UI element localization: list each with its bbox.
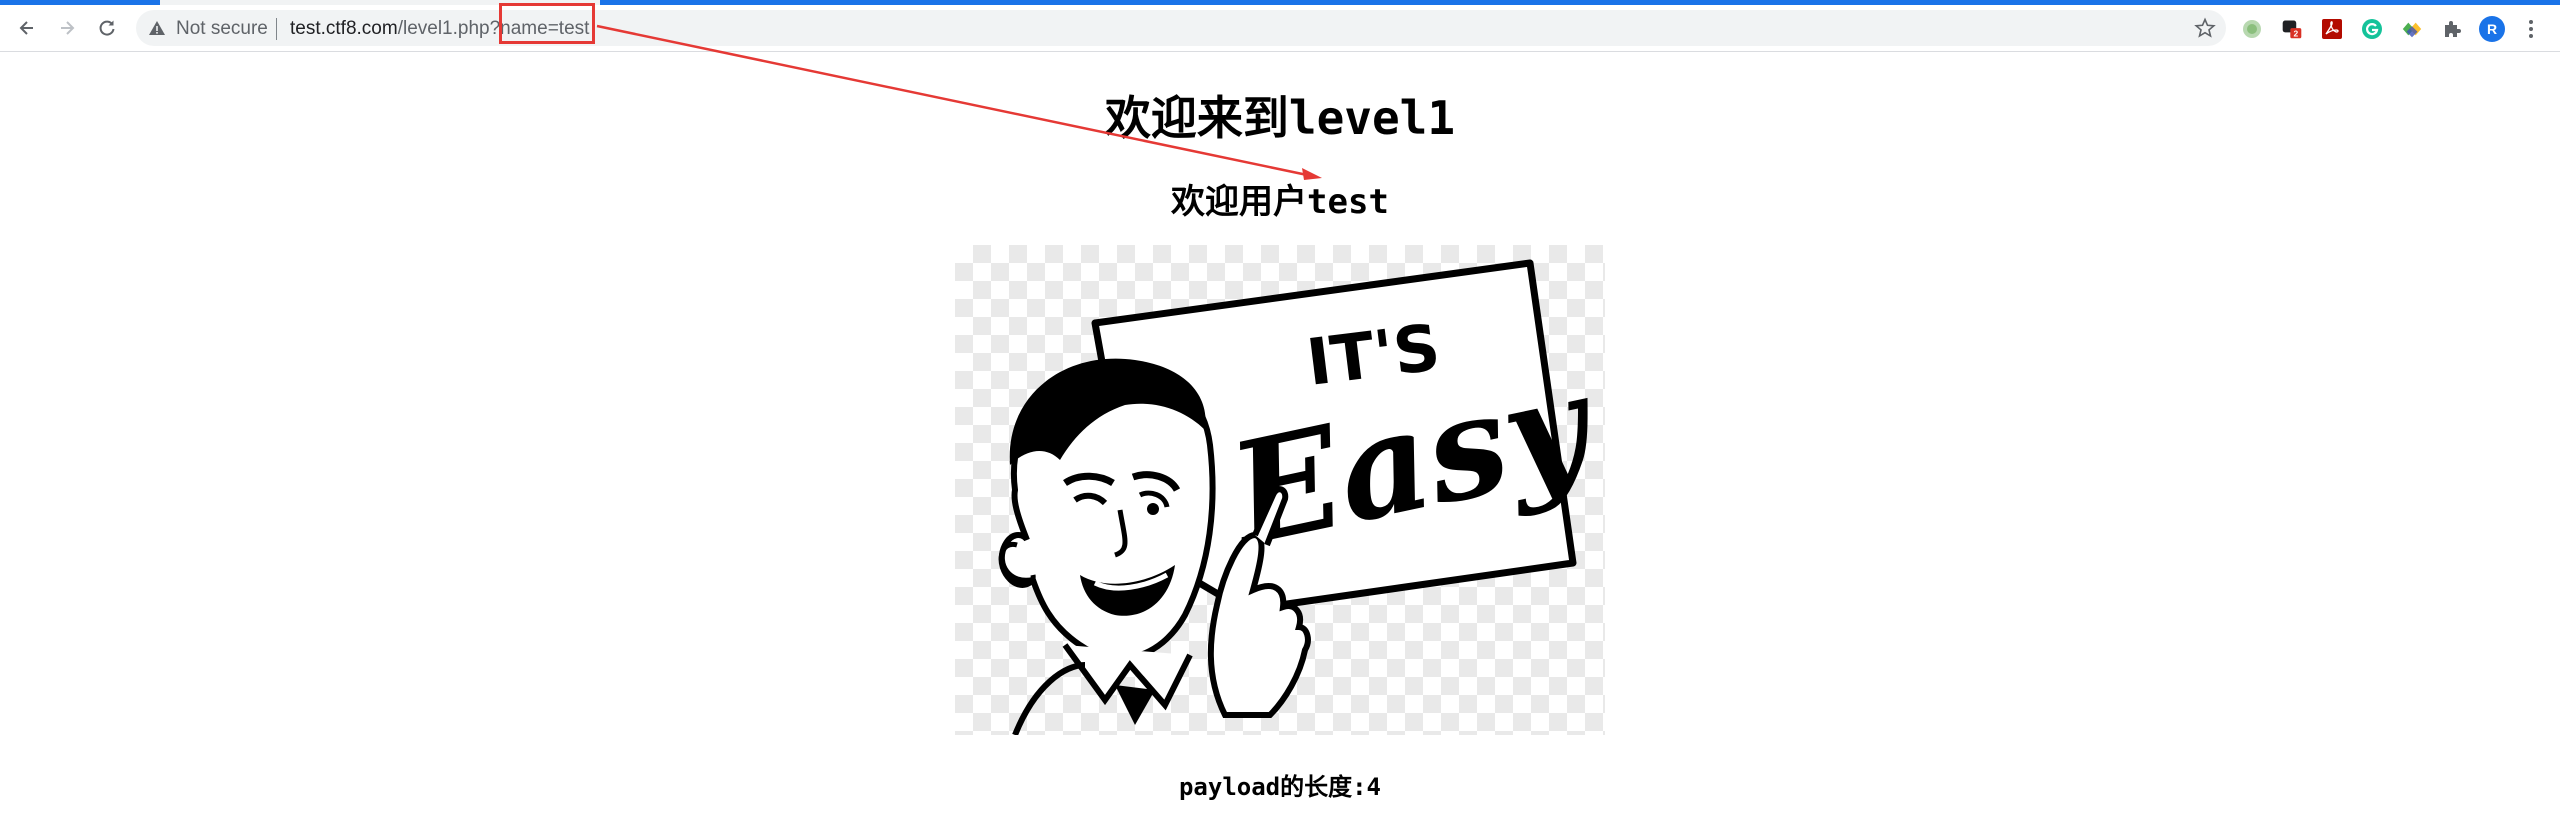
forward-arrow-icon <box>61 21 75 35</box>
badge-extension-icon[interactable]: 2 <box>2281 18 2303 40</box>
back-button[interactable] <box>10 11 44 45</box>
browser-toolbar: Not secure test.ctf8.com/level1.php?name… <box>0 5 2560 52</box>
reload-icon <box>99 20 115 36</box>
grammarly-icon[interactable] <box>2361 18 2383 40</box>
address-bar[interactable]: Not secure test.ctf8.com/level1.php?name… <box>136 10 2226 46</box>
omnibox-divider <box>276 18 277 40</box>
back-arrow-icon <box>19 21 33 35</box>
not-secure-label: Not secure <box>176 18 268 39</box>
url-path: /level1.php? <box>397 18 501 39</box>
puzzle-icon[interactable] <box>2441 18 2463 40</box>
page-heading: 欢迎来到level1 <box>1104 91 1456 145</box>
reload-button[interactable] <box>90 11 124 45</box>
welcome-user-heading: 欢迎用户test <box>1171 182 1389 222</box>
forward-button[interactable] <box>50 11 84 45</box>
its-easy-image: IT'S Easy <box>955 245 1610 737</box>
page-content: 欢迎来到level1 欢迎用户test IT'S Easy payload的长度… <box>0 52 2560 814</box>
pdf-extension-icon[interactable] <box>2321 18 2343 40</box>
warning-icon <box>149 21 165 35</box>
payload-length-text: payload的长度:4 <box>1178 773 1382 801</box>
url-highlight-box <box>499 3 595 44</box>
circle-extension-icon[interactable] <box>2241 18 2263 40</box>
extension-badge: 2 <box>2293 29 2298 39</box>
profile-avatar[interactable]: R <box>2479 16 2505 42</box>
bookmark-star-icon[interactable] <box>2194 17 2216 39</box>
url-host: test.ctf8.com <box>290 18 398 39</box>
diamond-extension-icon[interactable] <box>2401 18 2423 40</box>
browser-menu-icon[interactable] <box>2521 16 2541 42</box>
